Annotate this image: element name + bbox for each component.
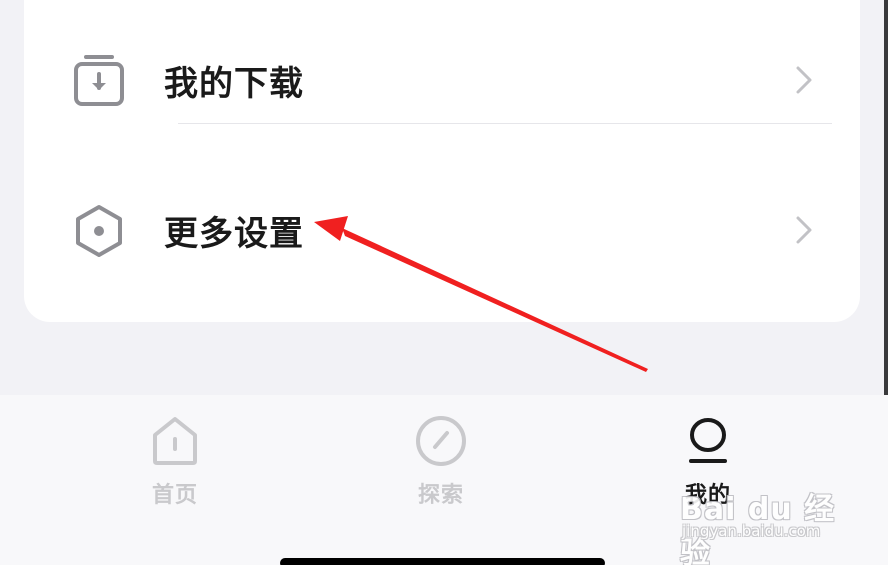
menu-item-downloads[interactable]: 我的下载	[24, 20, 860, 140]
download-icon	[72, 52, 126, 110]
settings-hexagon-icon	[72, 202, 126, 260]
tab-home[interactable]: 首页	[110, 413, 240, 513]
watermark-sub: jingyan.baidu.com	[682, 522, 821, 540]
chevron-right-icon	[796, 216, 812, 244]
menu-item-label: 我的下载	[164, 64, 304, 104]
menu-item-more-settings[interactable]: 更多设置	[24, 170, 860, 290]
right-edge-bar	[884, 0, 888, 395]
tab-explore[interactable]: 探索	[376, 413, 506, 513]
tab-label: 探索	[417, 483, 464, 508]
watermark: Bai du 经验 jingyan.baidu.com	[680, 468, 860, 565]
compass-icon	[416, 416, 466, 466]
tab-label: 首页	[151, 483, 198, 508]
chevron-right-icon	[796, 66, 812, 94]
home-indicator	[280, 558, 605, 565]
profile-icon	[689, 418, 727, 463]
home-icon	[153, 417, 197, 465]
menu-item-label: 更多设置	[164, 214, 304, 254]
